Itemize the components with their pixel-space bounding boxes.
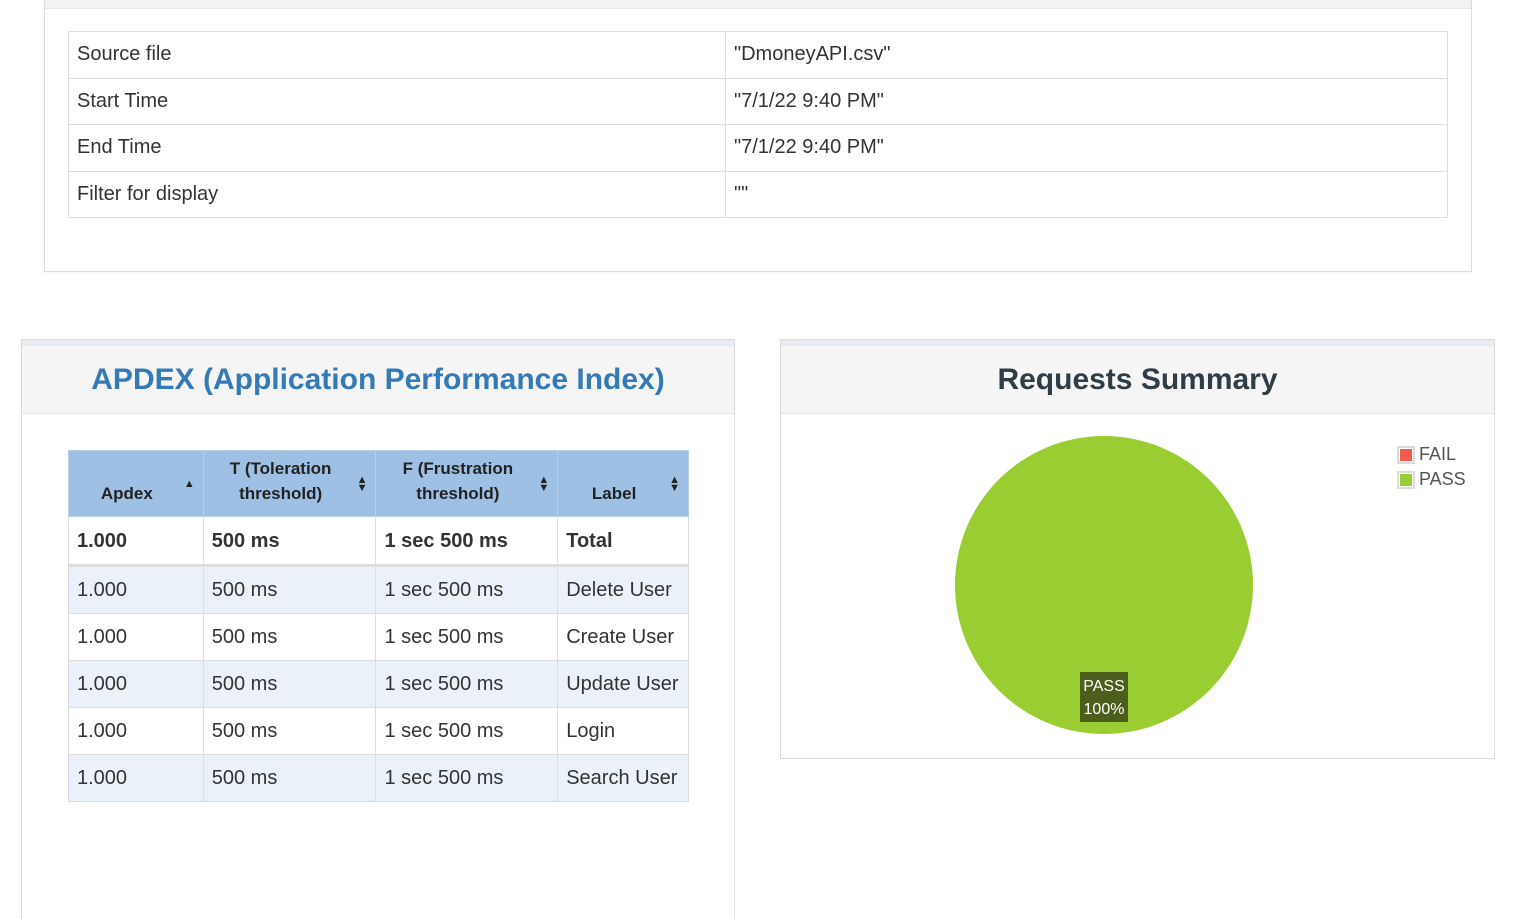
column-header-toleration[interactable]: T (Toleration threshold) ▲ ▼: [202, 450, 377, 517]
requests-summary-panel: Requests Summary PASS 100% FAIL PASS: [780, 339, 1495, 759]
chart-legend: FAIL PASS: [1397, 442, 1466, 492]
requests-summary-title: Requests Summary: [781, 340, 1494, 414]
cell-label: Create User: [557, 613, 689, 661]
stats-info-table: Source file "DmoneyAPI.csv" Start Time "…: [68, 31, 1448, 218]
apdex-table: Apdex ▲ T (Toleration threshold) ▲ ▼ F (F…: [68, 450, 689, 802]
cell-label: Update User: [557, 660, 689, 708]
table-row: Start Time "7/1/22 9:40 PM": [68, 77, 1448, 125]
data-label-name: PASS: [1083, 678, 1125, 695]
column-header-frustration[interactable]: F (Frustration threshold) ▲ ▼: [375, 450, 559, 517]
cell-apdex: 1.000: [68, 660, 204, 708]
cell-apdex: 1.000: [68, 613, 204, 661]
table-row: 1.000 500 ms 1 sec 500 ms Login: [68, 707, 689, 755]
cell-apdex: 1.000: [68, 754, 204, 802]
info-key: End Time: [68, 124, 726, 172]
legend-label: FAIL: [1419, 444, 1457, 464]
table-row: 1.000 500 ms 1 sec 500 ms Search User: [68, 754, 689, 802]
legend-swatch: [1397, 470, 1415, 489]
stats-info-panel: Source file "DmoneyAPI.csv" Start Time "…: [44, 0, 1472, 272]
cell-frustration: 1 sec 500 ms: [375, 707, 559, 755]
sort-ascending-icon[interactable]: ▲: [184, 478, 195, 489]
legend-item-fail[interactable]: FAIL: [1397, 442, 1466, 467]
column-header-label: T (Toleration threshold): [229, 459, 332, 503]
info-value: "7/1/22 9:40 PM": [725, 77, 1448, 125]
cell-toleration: 500 ms: [202, 613, 377, 661]
legend-swatch: [1397, 445, 1415, 464]
apdex-header-row: Apdex ▲ T (Toleration threshold) ▲ ▼ F (F…: [68, 450, 689, 517]
info-value: "DmoneyAPI.csv": [725, 31, 1448, 79]
column-header-label-col[interactable]: Label ▲ ▼: [557, 450, 689, 517]
legend-label: PASS: [1419, 469, 1466, 489]
cell-apdex: 1.000: [68, 707, 204, 755]
table-row: 1.000 500 ms 1 sec 500 ms Create User: [68, 613, 689, 661]
requests-summary-pie-chart: PASS 100%: [955, 436, 1253, 734]
sort-both-icon[interactable]: ▲ ▼: [357, 474, 368, 493]
table-row: Filter for display "": [68, 170, 1448, 218]
apdex-title: APDEX (Application Performance Index): [22, 340, 734, 414]
cell-label: Search User: [557, 754, 689, 802]
cell-toleration: 500 ms: [202, 660, 377, 708]
cell-frustration: 1 sec 500 ms: [375, 660, 559, 708]
cell-toleration: 500 ms: [202, 754, 377, 802]
cell-frustration: 1 sec 500 ms: [375, 613, 559, 661]
table-row: 1.000 500 ms 1 sec 500 ms Delete User: [68, 564, 689, 614]
info-value: "7/1/22 9:40 PM": [725, 124, 1448, 172]
cell-toleration: 500 ms: [202, 516, 377, 566]
panel-header-strip: [45, 0, 1471, 9]
data-label-percent: 100%: [1084, 701, 1125, 718]
table-row-total: 1.000 500 ms 1 sec 500 ms Total: [68, 516, 689, 566]
cell-frustration: 1 sec 500 ms: [375, 516, 559, 566]
info-key: Start Time: [68, 77, 726, 125]
pie-data-label: PASS 100%: [1080, 672, 1128, 722]
info-key: Source file: [68, 31, 726, 79]
cell-label: Login: [557, 707, 689, 755]
column-header-apdex[interactable]: Apdex ▲: [68, 450, 204, 517]
cell-label: Total: [557, 516, 689, 566]
info-value: "": [725, 170, 1448, 218]
cell-frustration: 1 sec 500 ms: [375, 754, 559, 802]
apdex-panel: APDEX (Application Performance Index) Ap…: [21, 339, 735, 919]
cell-apdex: 1.000: [68, 564, 204, 614]
cell-frustration: 1 sec 500 ms: [375, 564, 559, 614]
cell-toleration: 500 ms: [202, 707, 377, 755]
sort-both-icon[interactable]: ▲ ▼: [669, 474, 680, 493]
table-row: Source file "DmoneyAPI.csv": [68, 31, 1448, 79]
cell-apdex: 1.000: [68, 516, 204, 566]
table-row: 1.000 500 ms 1 sec 500 ms Update User: [68, 660, 689, 708]
table-row: End Time "7/1/22 9:40 PM": [68, 124, 1448, 172]
info-key: Filter for display: [68, 170, 726, 218]
cell-toleration: 500 ms: [202, 564, 377, 614]
cell-label: Delete User: [557, 564, 689, 614]
column-header-label: F (Frustration threshold): [402, 459, 514, 503]
legend-item-pass[interactable]: PASS: [1397, 467, 1466, 492]
column-header-label: Apdex: [100, 484, 153, 503]
column-header-label: Label: [591, 484, 637, 503]
sort-both-icon[interactable]: ▲ ▼: [538, 474, 549, 493]
